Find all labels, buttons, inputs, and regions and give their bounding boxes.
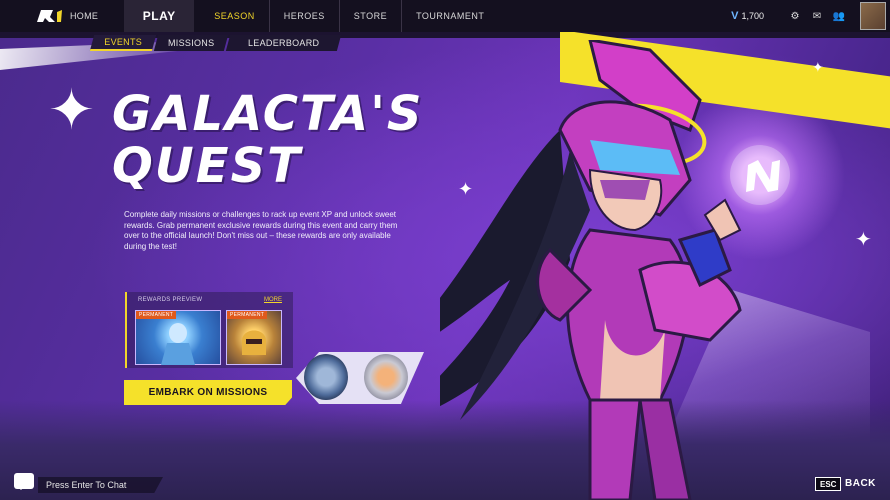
reward-figure-icon[interactable] xyxy=(364,354,408,400)
subtab-missions[interactable]: MISSIONS xyxy=(153,35,229,51)
nav-play[interactable]: PLAY xyxy=(124,0,195,32)
tab-store[interactable]: STORE xyxy=(340,0,403,32)
sub-tabs: EVENTS MISSIONS LEADERBOARD xyxy=(89,35,342,51)
currency-value: 1,700 xyxy=(741,11,764,21)
sparkle-icon: ✦ xyxy=(855,229,872,251)
galacta-hero-illustration xyxy=(370,38,800,500)
subtab-missions-label: MISSIONS xyxy=(167,38,215,48)
chat-icon[interactable] xyxy=(14,473,34,490)
reward-card[interactable]: PERMANENT xyxy=(226,310,282,365)
subtab-leaderboard-label: LEADERBOARD xyxy=(248,38,320,48)
avatar[interactable] xyxy=(860,2,886,30)
settings-gear-icon[interactable]: ⚙ xyxy=(784,0,806,32)
reward-card[interactable]: PERMANENT xyxy=(135,310,221,365)
game-logo[interactable] xyxy=(34,6,68,26)
top-navigation-bar: HOME PLAY SEASON HEROES STORE TOURNAMENT… xyxy=(0,0,890,32)
topbar-right-group: V 1,700 ⚙ ✉ 👥 xyxy=(731,0,890,32)
tab-season[interactable]: SEASON xyxy=(194,0,270,32)
permanent-badge: PERMANENT xyxy=(136,311,177,319)
rewards-more-link[interactable]: MORE xyxy=(264,297,282,303)
reward-figure-icon[interactable] xyxy=(304,354,348,400)
event-title: GALACTA'S QUEST xyxy=(112,88,423,192)
subtab-events-label: EVENTS xyxy=(104,37,143,47)
friends-icon[interactable]: 👥 xyxy=(828,0,850,32)
nav-home[interactable]: HOME xyxy=(70,11,98,21)
embark-on-missions-button[interactable]: EMBARK ON MISSIONS xyxy=(124,380,292,405)
tab-tournament[interactable]: TOURNAMENT xyxy=(402,0,498,32)
rewards-preview-label: REWARDS PREVIEW xyxy=(138,297,203,303)
sparkle-icon: ✦ xyxy=(458,179,474,199)
subtab-events[interactable]: EVENTS xyxy=(89,35,156,51)
mail-icon[interactable]: ✉ xyxy=(806,0,828,32)
chat-input-hint[interactable]: Press Enter To Chat xyxy=(38,477,163,493)
event-description: Complete daily missions or challenges to… xyxy=(124,210,398,251)
sparkle-icon: ✦ xyxy=(48,78,95,141)
esc-key-hint: ESC xyxy=(815,477,842,491)
event-title-line2: QUEST xyxy=(112,138,302,194)
tab-heroes[interactable]: HEROES xyxy=(270,0,340,32)
hero-skin-icon xyxy=(161,323,195,365)
permanent-badge: PERMANENT xyxy=(227,311,268,319)
currency-display[interactable]: V 1,700 xyxy=(731,10,764,22)
subtab-leaderboard[interactable]: LEADERBOARD xyxy=(226,35,342,51)
helmet-reward-icon xyxy=(242,330,266,355)
event-title-line1: GALACTA'S xyxy=(112,86,424,142)
back-button[interactable]: BACK xyxy=(845,478,876,489)
currency-icon: V xyxy=(731,10,739,22)
sparkle-icon: ✦ xyxy=(812,59,824,75)
